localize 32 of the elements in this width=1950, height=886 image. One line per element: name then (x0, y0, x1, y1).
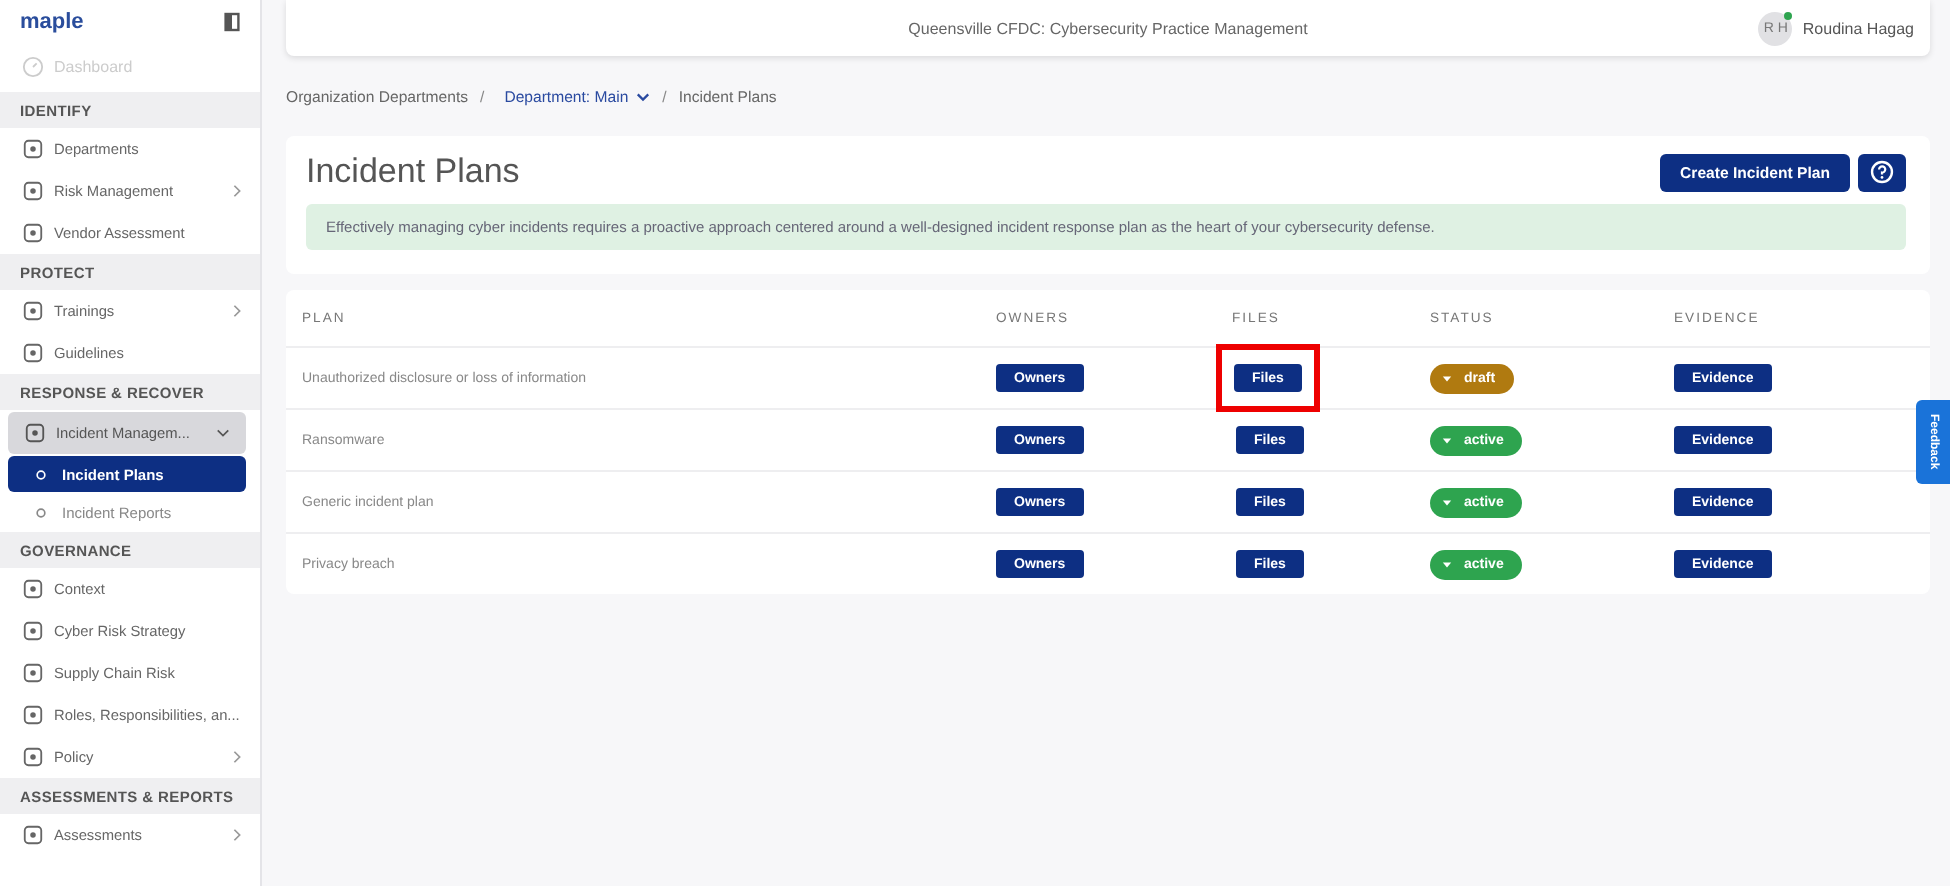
square-icon (22, 342, 44, 364)
square-icon (22, 300, 44, 322)
square-icon (22, 824, 44, 846)
chevron-right-icon (230, 184, 244, 198)
chevron-down-icon (636, 89, 651, 103)
chevron-right-icon (230, 304, 244, 318)
circle-icon (36, 507, 46, 517)
question-mark-icon (1870, 160, 1894, 184)
caret-icon (1442, 559, 1452, 569)
chevron-right-icon (230, 750, 244, 764)
square-icon (22, 180, 44, 202)
square-icon (22, 620, 44, 642)
caret-icon (1442, 435, 1452, 445)
gauge-icon (22, 55, 44, 77)
square-icon (22, 138, 44, 160)
square-icon (22, 704, 44, 726)
user-name[interactable]: Roudina Hagag (1802, 19, 1914, 37)
page-title: Incident Plans (306, 152, 520, 192)
caret-icon (1442, 497, 1452, 507)
caret-icon (1442, 373, 1452, 383)
chevron-down-icon (216, 426, 230, 440)
square-icon (24, 422, 46, 444)
app-title: Queensville CFDC: Cybersecurity Practice Management (908, 19, 1308, 37)
help-button[interactable] (1858, 153, 1906, 191)
square-icon (22, 222, 44, 244)
square-icon (22, 578, 44, 600)
chevron-right-icon (230, 828, 244, 842)
logo: maple (20, 10, 84, 34)
square-icon (22, 662, 44, 684)
square-icon (22, 746, 44, 768)
circle-icon (36, 469, 46, 479)
sidebar-toggle-icon[interactable] (224, 12, 240, 32)
